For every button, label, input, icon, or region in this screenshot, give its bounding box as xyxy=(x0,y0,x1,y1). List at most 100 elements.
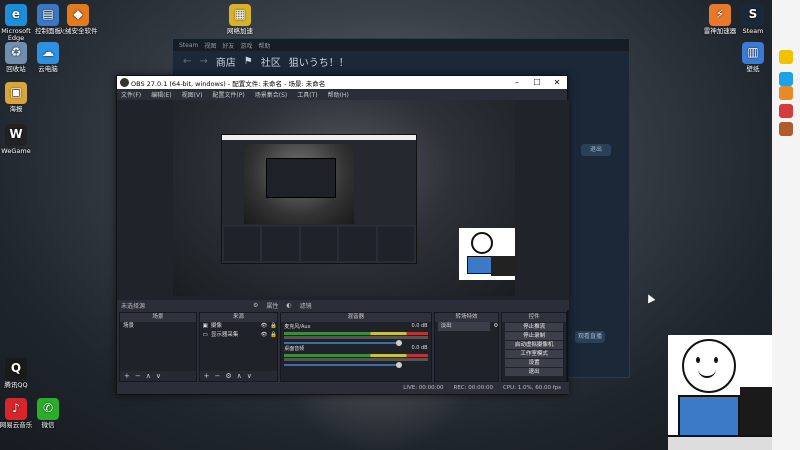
obs-menu-view[interactable]: 视图(V) xyxy=(182,90,203,99)
obs-menu-profile[interactable]: 配置文件(P) xyxy=(212,90,244,99)
desktop-icon-label: WeGame xyxy=(1,147,31,155)
scene-list-item[interactable]: 场景 xyxy=(120,322,196,331)
obs-docks: 场景 场景 +− ∧∨ 来源 ▣ 摄像 👁 🔒 ▭ 显示器采集 👁 🔒 + xyxy=(117,312,569,382)
eye-icon[interactable]: 👁 xyxy=(260,331,267,340)
stop-recording-button[interactable]: 停止录制 xyxy=(505,332,563,340)
stop-streaming-button[interactable]: 停止推流 xyxy=(505,323,563,331)
desktop-shortcut[interactable]: W WeGame xyxy=(0,124,36,155)
volume-meter xyxy=(284,336,428,339)
source-list-item[interactable]: ▭ 显示器采集 👁 🔒 xyxy=(200,331,278,340)
forward-arrow-icon[interactable]: → xyxy=(199,56,207,67)
volume-slider[interactable] xyxy=(284,362,402,368)
scenes-dock: 场景 场景 + − ∧ ∨ xyxy=(119,312,197,382)
steam-nav-store[interactable]: 商店 xyxy=(216,54,236,69)
steam-menu-bar: Steam 视图 好友 游戏 帮助 xyxy=(173,39,629,51)
lock-icon[interactable]: 🔒 xyxy=(270,331,277,340)
steam-live-button[interactable]: 观看直播 xyxy=(575,331,605,343)
tray-app-icon[interactable] xyxy=(779,122,793,136)
desktop-shortcut[interactable]: ▥ 壁纸 xyxy=(733,42,773,73)
monitor-icon: ▭ xyxy=(202,332,208,338)
obs-menu-edit[interactable]: 编辑(E) xyxy=(151,90,171,99)
tray-app-icon[interactable] xyxy=(779,86,793,100)
steam-exit-button[interactable]: 退出 xyxy=(581,144,611,156)
obs-preview[interactable] xyxy=(117,100,569,300)
mixer-dock: 混音器 麦克风/Aux 0.0 dB 桌面音频 0.0 dB xyxy=(280,312,432,382)
filter-icon[interactable]: ◐ xyxy=(286,302,291,309)
down-icon[interactable]: ∨ xyxy=(247,372,252,380)
mixer-channel-mic[interactable]: 麦克风/Aux 0.0 dB xyxy=(281,322,430,346)
properties-button[interactable]: 属性 xyxy=(266,301,278,310)
sources-dock-header: 来源 xyxy=(199,313,278,322)
volume-meter xyxy=(284,354,428,357)
up-icon[interactable]: ∧ xyxy=(237,372,242,380)
transitions-dock: 转场特效 淡出 ⚙ xyxy=(433,312,500,382)
gear-icon[interactable]: ⚙ xyxy=(493,322,498,331)
desktop-shortcut-icon: W xyxy=(5,124,27,146)
lock-icon[interactable]: 🔒 xyxy=(270,322,277,331)
maximize-icon[interactable]: ☐ xyxy=(527,76,547,89)
eye-icon[interactable]: 👁 xyxy=(260,322,267,331)
steam-nav-community[interactable]: 社区 xyxy=(261,54,281,69)
remove-icon[interactable]: − xyxy=(135,372,141,380)
tray-app-icon[interactable] xyxy=(779,72,793,86)
desktop-shortcut[interactable]: ▦ 网络加速 xyxy=(220,4,260,35)
steam-menu-friends[interactable]: 好友 xyxy=(222,41,234,50)
gear-icon[interactable]: ⚙ xyxy=(253,302,258,309)
exit-button[interactable]: 退出 xyxy=(505,368,563,376)
steam-menu-steam[interactable]: Steam xyxy=(179,42,198,49)
steam-menu-view[interactable]: 视图 xyxy=(204,41,216,50)
obs-menu-help[interactable]: 帮助(H) xyxy=(328,90,349,99)
up-icon[interactable]: ∧ xyxy=(146,372,151,380)
obs-window[interactable]: OBS 27.0.1 (64-bit, windows) - 配置文件: 未命名… xyxy=(116,75,569,395)
desktop-shortcut-icon: ▣ xyxy=(5,82,27,104)
desktop-icon-label: 云电脑 xyxy=(38,65,58,73)
obs-menu-file[interactable]: 文件(F) xyxy=(121,90,141,99)
no-source-label: 未选择源 xyxy=(121,302,146,310)
filters-button[interactable]: 滤镜 xyxy=(300,301,312,310)
mixer-channel-desktop[interactable]: 桌面音频 0.0 dB xyxy=(281,344,430,368)
settings-button[interactable]: 设置 xyxy=(505,359,563,367)
desktop-shortcut[interactable]: S Steam xyxy=(733,4,773,35)
desktop-icon-label: 腾讯QQ xyxy=(4,381,28,389)
minimize-icon[interactable]: – xyxy=(507,76,527,89)
tray-app-icon[interactable] xyxy=(779,50,793,64)
remove-icon[interactable]: − xyxy=(215,372,221,380)
add-icon[interactable]: + xyxy=(204,372,210,380)
desktop-shortcut-icon: ▤ xyxy=(37,4,59,26)
desktop-shortcut-icon: e xyxy=(5,4,27,26)
desktop-shortcut[interactable]: Q 腾讯QQ xyxy=(0,358,36,389)
close-icon[interactable]: ✕ xyxy=(547,76,567,89)
gear-icon[interactable]: ⚙ xyxy=(225,372,231,380)
tray-app-icon[interactable] xyxy=(779,104,793,118)
transition-select[interactable]: 淡出 ⚙ xyxy=(435,322,498,331)
steam-nav-user[interactable]: 狙いうち！！ xyxy=(289,54,349,69)
transition-type: 淡出 xyxy=(437,322,491,331)
desktop-shortcut[interactable]: ▣ 海报 xyxy=(0,82,36,113)
obs-menu-tools[interactable]: 工具(T) xyxy=(297,90,317,99)
obs-logo-icon xyxy=(120,78,129,87)
obs-menu-bar: 文件(F) 编辑(E) 视图(V) 配置文件(P) 场景集合(S) 工具(T) … xyxy=(117,89,567,100)
live-timer: LIVE: 00:00:00 xyxy=(403,385,444,391)
desktop-shortcut[interactable]: ☁ 云电脑 xyxy=(28,42,68,73)
virtual-camera-button[interactable]: 启动虚拟摄像机 xyxy=(505,341,563,349)
source-list-item[interactable]: ▣ 摄像 👁 🔒 xyxy=(200,322,278,331)
desktop-shortcut-icon: ♻ xyxy=(5,42,27,64)
back-arrow-icon[interactable]: ← xyxy=(183,56,191,67)
down-icon[interactable]: ∨ xyxy=(156,372,161,380)
steam-menu-help[interactable]: 帮助 xyxy=(258,41,270,50)
camera-icon: ▣ xyxy=(202,323,208,329)
desktop-shortcut[interactable]: ◆ 火绒安全软件 xyxy=(58,4,98,35)
nested-obs-capture-inner xyxy=(266,158,336,198)
desktop-shortcut-icon: ▦ xyxy=(229,4,251,26)
studio-mode-button[interactable]: 工作室模式 xyxy=(505,350,563,358)
scenes-dock-footer: + − ∧ ∨ xyxy=(120,371,196,381)
steam-menu-games[interactable]: 游戏 xyxy=(240,41,252,50)
add-icon[interactable]: + xyxy=(124,372,130,380)
mouse-cursor xyxy=(644,292,656,304)
desktop-shortcut-icon: Q xyxy=(5,358,27,380)
desktop-shortcut[interactable]: ✆ 微信 xyxy=(28,398,68,429)
cpu-fps: CPU: 1.0%, 60.00 fps xyxy=(502,385,561,391)
mixer-channel-db: 0.0 dB xyxy=(411,323,428,329)
obs-menu-scene-collection[interactable]: 场景集合(S) xyxy=(255,90,288,99)
desktop-icon-label: 微信 xyxy=(41,421,55,429)
